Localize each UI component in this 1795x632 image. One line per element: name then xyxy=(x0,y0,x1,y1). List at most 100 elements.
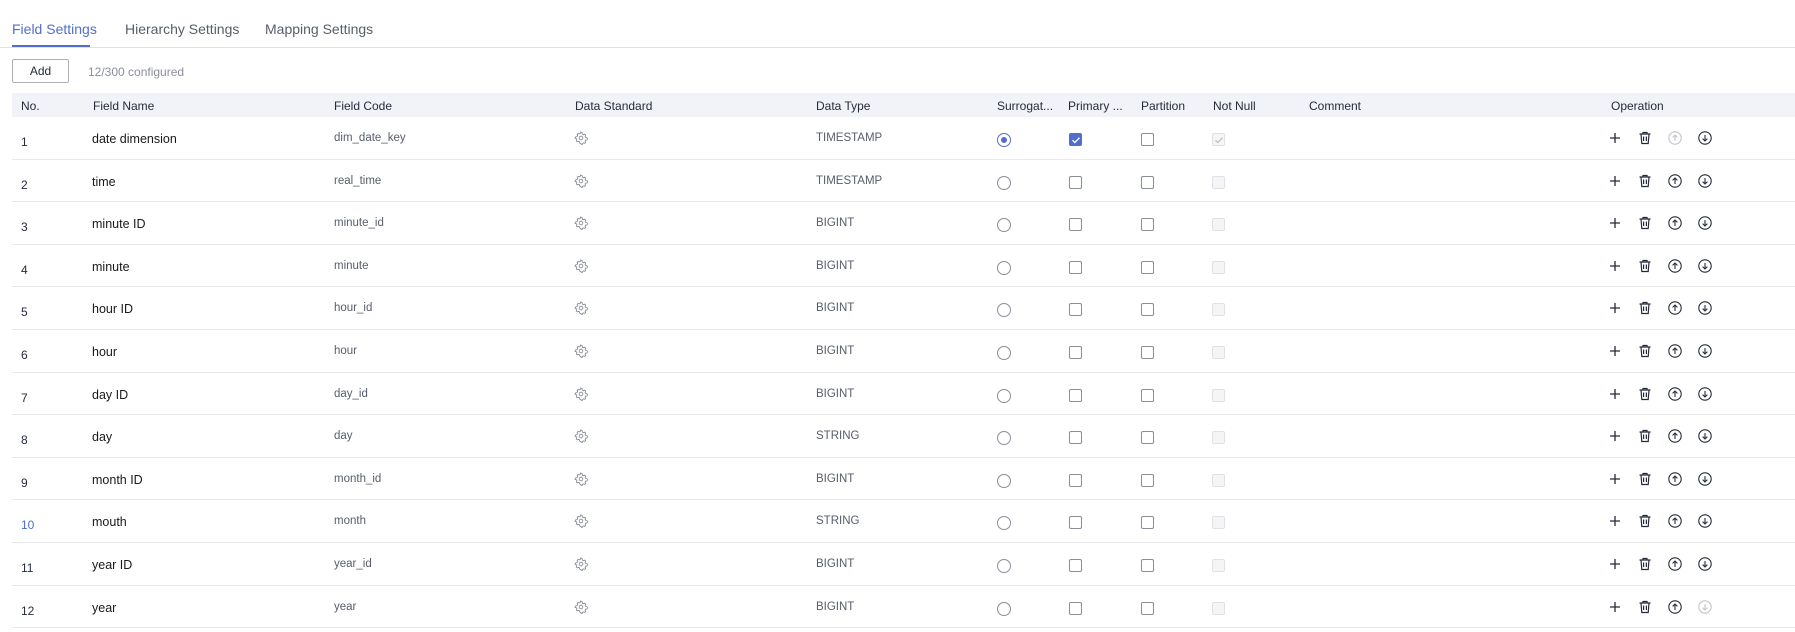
surrogate-key-radio[interactable] xyxy=(997,516,1011,531)
arrow-up-circle-icon[interactable] xyxy=(1667,428,1683,444)
primary-key-checkbox[interactable] xyxy=(1069,388,1082,402)
arrow-down-circle-icon[interactable] xyxy=(1697,556,1713,572)
partition-checkbox[interactable] xyxy=(1141,303,1154,317)
gear-icon[interactable] xyxy=(574,429,589,444)
data-type-cell[interactable]: STRING xyxy=(816,515,859,527)
trash-icon[interactable] xyxy=(1637,343,1653,359)
plus-icon[interactable] xyxy=(1607,258,1623,274)
tab-hierarchy-settings[interactable]: Hierarchy Settings xyxy=(125,21,239,37)
field-code-cell[interactable]: year xyxy=(334,601,356,613)
plus-icon[interactable] xyxy=(1607,173,1623,189)
arrow-down-circle-icon[interactable] xyxy=(1697,173,1713,189)
trash-icon[interactable] xyxy=(1637,471,1653,487)
plus-icon[interactable] xyxy=(1607,428,1623,444)
partition-checkbox[interactable] xyxy=(1141,601,1154,615)
surrogate-key-radio[interactable] xyxy=(997,431,1011,446)
primary-key-checkbox[interactable] xyxy=(1069,473,1082,487)
field-name-cell[interactable]: hour ID xyxy=(92,302,133,316)
field-code-cell[interactable]: day xyxy=(334,430,353,442)
arrow-up-circle-icon[interactable] xyxy=(1667,556,1683,572)
arrow-down-circle-icon[interactable] xyxy=(1697,599,1713,615)
trash-icon[interactable] xyxy=(1637,258,1653,274)
trash-icon[interactable] xyxy=(1637,173,1653,189)
field-name-cell[interactable]: date dimension xyxy=(92,132,177,146)
plus-icon[interactable] xyxy=(1607,513,1623,529)
field-code-cell[interactable]: year_id xyxy=(334,558,372,570)
surrogate-key-radio[interactable] xyxy=(997,303,1011,318)
primary-key-checkbox[interactable] xyxy=(1069,558,1082,572)
field-name-cell[interactable]: mouth xyxy=(92,515,127,529)
plus-icon[interactable] xyxy=(1607,215,1623,231)
field-code-cell[interactable]: minute xyxy=(334,260,369,272)
plus-icon[interactable] xyxy=(1607,343,1623,359)
surrogate-key-radio[interactable] xyxy=(997,473,1011,488)
surrogate-key-radio[interactable] xyxy=(997,345,1011,360)
partition-checkbox[interactable] xyxy=(1141,558,1154,572)
trash-icon[interactable] xyxy=(1637,428,1653,444)
field-code-cell[interactable]: hour_id xyxy=(334,302,372,314)
field-name-cell[interactable]: time xyxy=(92,175,116,189)
gear-icon[interactable] xyxy=(574,131,589,146)
primary-key-checkbox[interactable] xyxy=(1069,431,1082,445)
surrogate-key-radio[interactable] xyxy=(997,388,1011,403)
data-type-cell[interactable]: BIGINT xyxy=(816,388,854,400)
gear-icon[interactable] xyxy=(574,472,589,487)
data-type-cell[interactable]: BIGINT xyxy=(816,345,854,357)
data-type-cell[interactable]: BIGINT xyxy=(816,473,854,485)
plus-icon[interactable] xyxy=(1607,471,1623,487)
tab-field-settings[interactable]: Field Settings xyxy=(12,21,97,37)
partition-checkbox[interactable] xyxy=(1141,345,1154,359)
gear-icon[interactable] xyxy=(574,216,589,231)
partition-checkbox[interactable] xyxy=(1141,218,1154,232)
primary-key-checkbox[interactable] xyxy=(1069,218,1082,232)
partition-checkbox[interactable] xyxy=(1141,388,1154,402)
primary-key-checkbox[interactable] xyxy=(1069,601,1082,615)
add-field-button[interactable]: Add xyxy=(12,59,69,83)
primary-key-checkbox[interactable] xyxy=(1069,133,1082,146)
arrow-up-circle-icon[interactable] xyxy=(1667,173,1683,189)
gear-icon[interactable] xyxy=(574,599,589,615)
plus-icon[interactable] xyxy=(1607,130,1623,146)
arrow-up-circle-icon[interactable] xyxy=(1667,599,1683,615)
arrow-up-circle-icon[interactable] xyxy=(1667,130,1683,146)
arrow-down-circle-icon[interactable] xyxy=(1697,428,1713,444)
surrogate-key-radio[interactable] xyxy=(997,260,1011,275)
field-name-cell[interactable]: month ID xyxy=(92,473,143,487)
data-type-cell[interactable]: BIGINT xyxy=(816,260,854,272)
partition-checkbox[interactable] xyxy=(1141,473,1154,487)
primary-key-checkbox[interactable] xyxy=(1069,175,1082,189)
gear-icon[interactable] xyxy=(574,259,589,274)
gear-icon[interactable] xyxy=(574,557,589,572)
partition-checkbox[interactable] xyxy=(1141,175,1154,189)
arrow-up-circle-icon[interactable] xyxy=(1667,300,1683,316)
arrow-down-circle-icon[interactable] xyxy=(1697,258,1713,274)
field-name-cell[interactable]: hour xyxy=(92,345,117,359)
arrow-up-circle-icon[interactable] xyxy=(1667,343,1683,359)
data-type-cell[interactable]: TIMESTAMP xyxy=(816,132,882,144)
arrow-down-circle-icon[interactable] xyxy=(1697,300,1713,316)
primary-key-checkbox[interactable] xyxy=(1069,303,1082,317)
trash-icon[interactable] xyxy=(1637,599,1653,615)
data-type-cell[interactable]: TIMESTAMP xyxy=(816,175,882,187)
surrogate-key-radio[interactable] xyxy=(997,558,1011,573)
arrow-up-circle-icon[interactable] xyxy=(1667,513,1683,529)
plus-icon[interactable] xyxy=(1607,556,1623,572)
surrogate-key-radio[interactable] xyxy=(997,601,1011,616)
surrogate-key-radio[interactable] xyxy=(997,133,1011,147)
field-name-cell[interactable]: minute ID xyxy=(92,217,146,231)
primary-key-checkbox[interactable] xyxy=(1069,260,1082,274)
trash-icon[interactable] xyxy=(1637,556,1653,572)
arrow-down-circle-icon[interactable] xyxy=(1697,130,1713,146)
trash-icon[interactable] xyxy=(1637,300,1653,316)
field-code-cell[interactable]: month xyxy=(334,515,366,527)
arrow-up-circle-icon[interactable] xyxy=(1667,471,1683,487)
tab-mapping-settings[interactable]: Mapping Settings xyxy=(265,21,373,37)
partition-checkbox[interactable] xyxy=(1141,431,1154,445)
arrow-down-circle-icon[interactable] xyxy=(1697,386,1713,402)
partition-checkbox[interactable] xyxy=(1141,133,1154,146)
field-code-cell[interactable]: day_id xyxy=(334,388,368,400)
field-code-cell[interactable]: minute_id xyxy=(334,217,384,229)
gear-icon[interactable] xyxy=(574,173,589,189)
plus-icon[interactable] xyxy=(1607,599,1623,615)
field-name-cell[interactable]: minute xyxy=(92,260,130,274)
